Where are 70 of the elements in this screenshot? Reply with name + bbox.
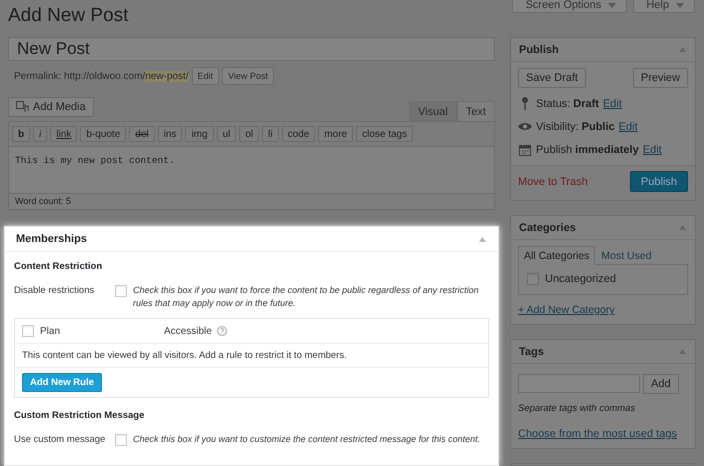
section-heading: Content Restriction: [14, 261, 104, 272]
add-tag-button[interactable]: Add: [643, 374, 679, 394]
category-label: Uncategorized: [545, 273, 616, 285]
header-tab[interactable]: Screen Options: [512, 0, 628, 13]
quicktag-button[interactable]: link: [50, 126, 78, 142]
quicktag-button[interactable]: more: [318, 126, 354, 142]
quicktag-button[interactable]: i: [33, 126, 48, 142]
title-field[interactable]: New Post: [8, 37, 495, 61]
collapse-icon[interactable]: [679, 349, 686, 354]
editor-tab[interactable]: Text: [456, 101, 495, 121]
save-draft-button[interactable]: Save Draft: [518, 68, 586, 88]
quicktag-button[interactable]: del: [129, 126, 155, 142]
quicktag-button[interactable]: b-quote: [80, 126, 126, 142]
eye-icon: [518, 122, 532, 131]
word-count: Word count: 5: [9, 193, 494, 209]
field-description: Check this box if you want to customize the content restricted message for this content.: [133, 433, 482, 446]
category-tab[interactable]: Most Used: [595, 246, 658, 265]
help-icon[interactable]: [216, 326, 227, 336]
publish-meta: Status: Draft: [536, 98, 599, 110]
trash-link[interactable]: Move to Trash: [518, 176, 588, 188]
publish-meta: Visibility: Public: [536, 120, 615, 132]
add-category-link[interactable]: + Add New Category: [518, 304, 615, 316]
panel-title: Tags: [519, 346, 544, 358]
checkbox[interactable]: [115, 434, 127, 446]
field-label: Use custom message: [14, 433, 106, 446]
panel-title: Memberships: [16, 233, 87, 245]
quicktag-button[interactable]: ul: [216, 126, 236, 142]
quicktag-button[interactable]: b: [12, 126, 30, 142]
panel-title: Publish: [519, 44, 559, 56]
column-header: Accessible: [164, 326, 212, 336]
collapse-icon[interactable]: [679, 47, 686, 52]
most-used-tags-link[interactable]: Choose from the most used tags: [518, 428, 677, 440]
section-heading: Custom Restriction Message: [14, 410, 146, 421]
collapse-icon[interactable]: [479, 236, 486, 242]
category-tab[interactable]: All Categories: [518, 246, 596, 265]
table-message: This content can be viewed by all visitors. Add a rule to restrict it to members.: [15, 344, 488, 368]
calendar-icon: [518, 144, 532, 156]
column-header: Plan: [40, 326, 62, 336]
edit-link[interactable]: Edit: [642, 144, 662, 156]
page-title: Add New Post: [8, 4, 128, 28]
tag-input[interactable]: [518, 374, 640, 393]
preview-button[interactable]: Preview: [632, 68, 688, 88]
permalink-button[interactable]: View Post: [222, 67, 274, 85]
quicktag-button[interactable]: li: [262, 126, 279, 142]
caret-icon: [608, 3, 616, 8]
field-description: Check this box if you want to force the content to be public regardless of any restriction rules that may apply now or in the future.: [133, 284, 480, 310]
permalink-button[interactable]: Edit: [192, 67, 220, 85]
media-icon: [16, 101, 29, 113]
quicktag-button[interactable]: img: [185, 126, 214, 142]
collapse-icon[interactable]: [679, 225, 686, 230]
quicktag-button[interactable]: ins: [158, 126, 182, 142]
panel-title: Categories: [519, 222, 576, 234]
checkbox[interactable]: [115, 285, 127, 297]
edit-link[interactable]: Edit: [602, 98, 622, 110]
add-media-button[interactable]: Add Media: [8, 97, 94, 117]
permalink-text: Permalink: http://oldwoo.com/new-post/: [14, 70, 189, 82]
quicktag-button[interactable]: ol: [239, 126, 260, 142]
tags-hint: Separate tags with commas: [518, 403, 636, 414]
checkbox[interactable]: [527, 273, 539, 285]
quicktag-button[interactable]: close tags: [356, 126, 414, 142]
edit-link[interactable]: Edit: [618, 120, 638, 132]
checkbox[interactable]: [22, 325, 34, 337]
publish-meta: Publish immediately: [536, 144, 639, 156]
publish-button[interactable]: Publish: [630, 171, 688, 192]
add-rule-button[interactable]: Add New Rule: [22, 373, 102, 392]
editor-tab[interactable]: Visual: [409, 101, 457, 121]
header-tab[interactable]: Help: [633, 0, 695, 13]
caret-icon: [676, 3, 684, 8]
field-label: Disable restrictions: [14, 284, 96, 297]
quicktag-button[interactable]: code: [282, 126, 316, 142]
